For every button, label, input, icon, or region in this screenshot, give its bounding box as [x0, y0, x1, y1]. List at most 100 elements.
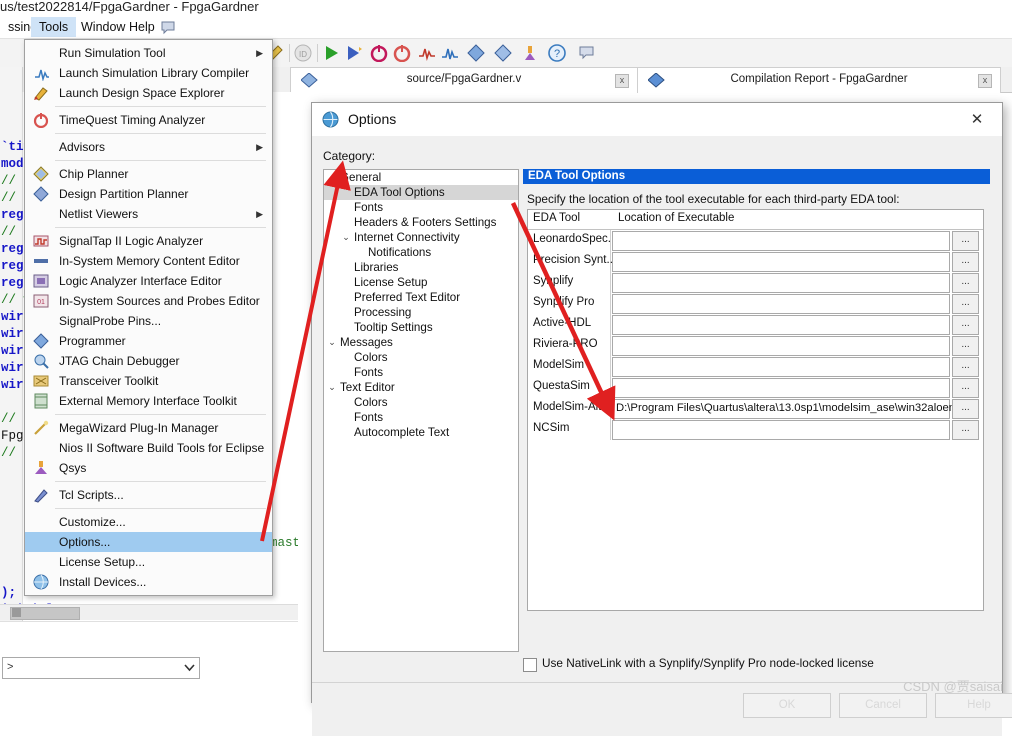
- table-row[interactable]: NCSim...: [528, 419, 983, 440]
- tab-source-file[interactable]: source/FpgaGardner.v x: [290, 67, 638, 93]
- menu-item-megawizard-plug-in-manager[interactable]: MegaWizard Plug-In Manager: [25, 418, 272, 438]
- tree-item-fonts[interactable]: Fonts: [324, 410, 518, 425]
- location-input[interactable]: [612, 378, 950, 398]
- tree-item-general[interactable]: ⌄ General: [324, 170, 518, 185]
- play-flow-icon[interactable]: [345, 44, 363, 62]
- tree-item-autocomplete-text[interactable]: Autocomplete Text: [324, 425, 518, 440]
- tree-item-internet-connectivity[interactable]: ⌄ Internet Connectivity: [324, 230, 518, 245]
- menu-item-qsys[interactable]: Qsys: [25, 458, 272, 478]
- menu-item-install-devices[interactable]: Install Devices...: [25, 572, 272, 592]
- editor-hscrollbar[interactable]: [0, 604, 298, 620]
- comment-icon[interactable]: [160, 20, 176, 35]
- menu-item-jtag-chain-debugger[interactable]: JTAG Chain Debugger: [25, 351, 272, 371]
- menu-item-tcl-scripts[interactable]: Tcl Scripts...: [25, 485, 272, 505]
- tree-item-eda-tool-options[interactable]: EDA Tool Options: [324, 185, 518, 200]
- location-input[interactable]: [612, 231, 950, 251]
- timequest-icon[interactable]: [393, 44, 411, 62]
- chevron-down-icon[interactable]: ⌄: [324, 380, 340, 395]
- menu-item-launch-design-space-explorer[interactable]: Launch Design Space Explorer: [25, 83, 272, 103]
- menu-tools[interactable]: Tools: [31, 17, 77, 37]
- comment-toolbar-icon[interactable]: [578, 44, 596, 62]
- menu-item-logic-analyzer-interface-editor[interactable]: Logic Analyzer Interface Editor: [25, 271, 272, 291]
- tab-source-close[interactable]: x: [615, 74, 629, 88]
- browse-button[interactable]: ...: [952, 273, 979, 293]
- chevron-down-icon[interactable]: ⌄: [338, 230, 354, 245]
- location-input[interactable]: [612, 357, 950, 377]
- menu-item-run-simulation-tool[interactable]: Run Simulation Tool ▶: [25, 43, 272, 63]
- signaltap-a-icon[interactable]: [418, 44, 436, 62]
- tools-dropdown-menu[interactable]: Run Simulation Tool ▶ Launch Simulation Li…: [24, 39, 273, 596]
- menu-item-signalprobe-pins[interactable]: SignalProbe Pins...: [25, 311, 272, 331]
- play-icon[interactable]: [322, 44, 340, 62]
- tree-item-notifications[interactable]: Notifications: [324, 245, 518, 260]
- location-input[interactable]: [612, 420, 950, 440]
- table-row[interactable]: Precision Synt......: [528, 251, 983, 272]
- browse-button[interactable]: ...: [952, 378, 979, 398]
- tree-item-license-setup[interactable]: License Setup: [324, 275, 518, 290]
- table-row[interactable]: Synplify...: [528, 272, 983, 293]
- table-row[interactable]: Active-HDL...: [528, 314, 983, 335]
- menu-item-options[interactable]: Options...: [25, 532, 272, 552]
- table-row[interactable]: QuestaSim...: [528, 377, 983, 398]
- location-input[interactable]: [612, 273, 950, 293]
- menu-item-timequest-timing-analyzer[interactable]: TimeQuest Timing Analyzer: [25, 110, 272, 130]
- nativelink-checkbox[interactable]: [523, 658, 537, 672]
- cancel-button[interactable]: Cancel: [839, 693, 927, 718]
- stop-timing-icon[interactable]: [370, 44, 388, 62]
- menu-item-programmer[interactable]: Programmer: [25, 331, 272, 351]
- editor-combo[interactable]: >: [2, 657, 200, 679]
- menu-item-in-system-memory-content-editor[interactable]: In-System Memory Content Editor: [25, 251, 272, 271]
- eda-tool-table[interactable]: EDA Tool Location of Executable Leonardo…: [527, 209, 984, 611]
- location-input[interactable]: [612, 252, 950, 272]
- tree-item-preferred-text-editor[interactable]: Preferred Text Editor: [324, 290, 518, 305]
- menu-item-launch-simulation-library-compiler[interactable]: Launch Simulation Library Compiler: [25, 63, 272, 83]
- signaltap-b-icon[interactable]: [441, 44, 459, 62]
- browse-button[interactable]: ...: [952, 336, 979, 356]
- tree-item-tooltip-settings[interactable]: Tooltip Settings: [324, 320, 518, 335]
- location-input[interactable]: [612, 294, 950, 314]
- browse-button[interactable]: ...: [952, 315, 979, 335]
- options-dialog[interactable]: Options ✕ Category: ⌄ General EDA Tool Opt…: [311, 102, 1012, 736]
- browse-button[interactable]: ...: [952, 252, 979, 272]
- menu-item-transceiver-toolkit[interactable]: Transceiver Toolkit: [25, 371, 272, 391]
- browse-button[interactable]: ...: [952, 399, 979, 419]
- ok-button[interactable]: OK: [743, 693, 831, 718]
- category-tree[interactable]: ⌄ General EDA Tool Options Fonts Headers & F…: [323, 169, 519, 652]
- table-row[interactable]: ModelSim...: [528, 356, 983, 377]
- browse-button[interactable]: ...: [952, 357, 979, 377]
- table-row[interactable]: Synplify Pro...: [528, 293, 983, 314]
- menu-item-chip-planner[interactable]: Chip Planner: [25, 164, 272, 184]
- qsys-icon[interactable]: [521, 44, 539, 62]
- menu-help[interactable]: Help: [121, 17, 163, 37]
- tab-report-close[interactable]: x: [978, 74, 992, 88]
- programmer-icon[interactable]: [467, 44, 485, 62]
- tab-compilation-report[interactable]: Compilation Report - FpgaGardner x: [637, 67, 1001, 93]
- browse-button[interactable]: ...: [952, 420, 979, 440]
- programmer-alt-icon[interactable]: [494, 44, 512, 62]
- tree-item-text-editor[interactable]: ⌄ Text Editor: [324, 380, 518, 395]
- chevron-down-icon[interactable]: ⌄: [324, 335, 340, 350]
- tree-item-colors[interactable]: Colors: [324, 350, 518, 365]
- menu-item-design-partition-planner[interactable]: Design Partition Planner: [25, 184, 272, 204]
- location-input[interactable]: D:\Program Files\Quartus\altera\13.0sp1\…: [612, 399, 961, 419]
- location-input[interactable]: [612, 315, 950, 335]
- help-button[interactable]: Help: [935, 693, 1012, 718]
- tree-item-colors[interactable]: Colors: [324, 395, 518, 410]
- tree-item-fonts[interactable]: Fonts: [324, 365, 518, 380]
- tree-item-processing[interactable]: Processing: [324, 305, 518, 320]
- table-row[interactable]: Riviera-PRO...: [528, 335, 983, 356]
- menu-item-in-system-sources-and-probes-editor[interactable]: 01 In-System Sources and Probes Editor: [25, 291, 272, 311]
- table-row[interactable]: ModelSim-Alt... D:\Program Files\Quartus\…: [528, 398, 983, 419]
- menu-item-nios-ii-software-build-tools-for-eclipse[interactable]: Nios II Software Build Tools for Eclipse: [25, 438, 272, 458]
- chevron-down-icon[interactable]: ⌄: [324, 170, 340, 185]
- tree-item-messages[interactable]: ⌄ Messages: [324, 335, 518, 350]
- help-icon[interactable]: ?: [548, 44, 566, 62]
- browse-button[interactable]: ...: [952, 294, 979, 314]
- menu-item-signaltap-ii-logic-analyzer[interactable]: SignalTap II Logic Analyzer: [25, 231, 272, 251]
- menu-item-external-memory-interface-toolkit[interactable]: External Memory Interface Toolkit: [25, 391, 272, 411]
- table-row[interactable]: LeonardoSpec......: [528, 230, 983, 251]
- close-icon[interactable]: ✕: [960, 109, 994, 131]
- location-input[interactable]: [612, 336, 950, 356]
- menu-item-customize[interactable]: Customize...: [25, 512, 272, 532]
- tree-item-headers-footers-settings[interactable]: Headers & Footers Settings: [324, 215, 518, 230]
